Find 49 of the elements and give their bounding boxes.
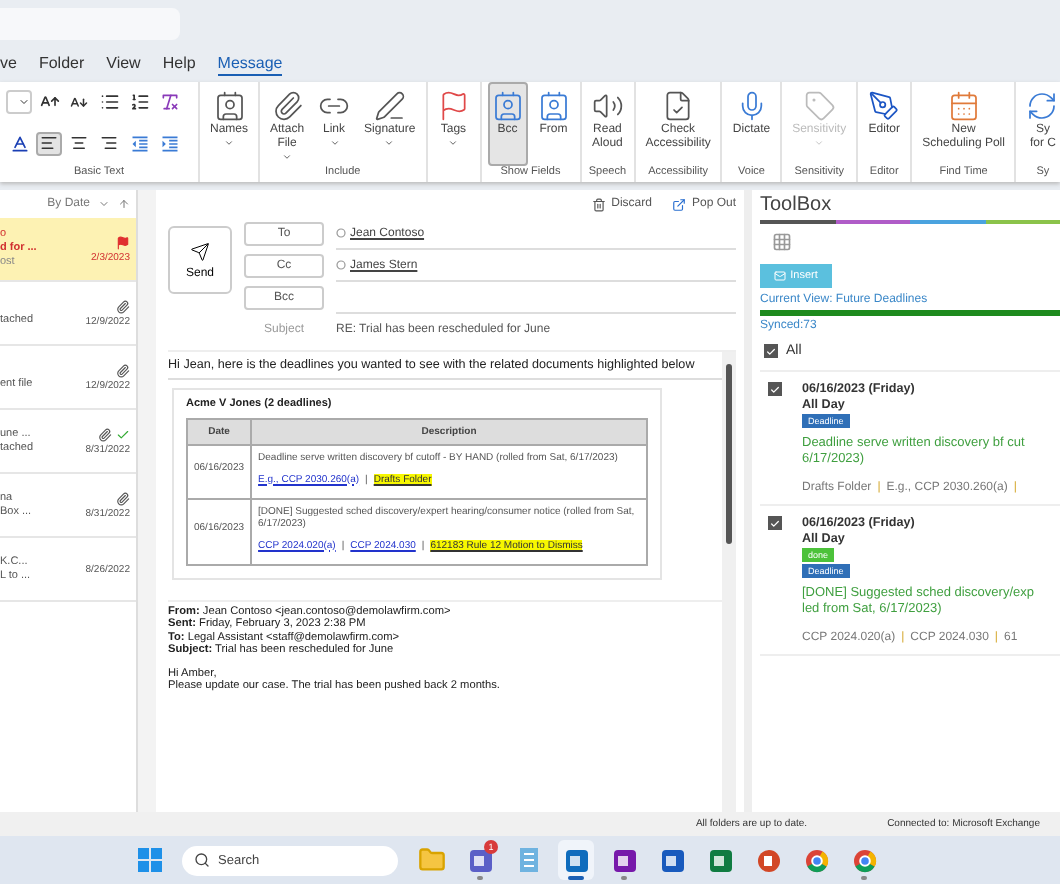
app-tile-icon — [563, 847, 589, 873]
align-icon[interactable] — [96, 131, 122, 155]
numbered-list-icon[interactable] — [126, 90, 152, 114]
flag-icon — [437, 90, 470, 122]
app-tile-icon — [611, 847, 637, 873]
scrollbar[interactable] — [722, 352, 736, 812]
align-icon[interactable] — [36, 131, 62, 155]
browser-icon — [851, 847, 877, 873]
app-circle-icon — [755, 847, 781, 873]
app-tile-icon — [467, 847, 493, 873]
taskbar-app[interactable] — [558, 840, 594, 880]
browser-icon — [803, 847, 829, 873]
person-card-icon — [537, 90, 570, 122]
caret-icon — [98, 198, 110, 210]
trash-icon — [591, 197, 606, 211]
sync-icon — [1026, 90, 1059, 122]
pane-title: ToolBox — [760, 194, 834, 216]
envelope-icon — [774, 270, 787, 282]
pen-icon — [373, 90, 406, 122]
paperclip-icon — [271, 90, 304, 122]
send-icon — [190, 241, 210, 261]
menu-tab[interactable]: Folder — [38, 53, 85, 75]
pop-out-icon — [671, 197, 686, 211]
checkbox[interactable] — [768, 382, 782, 396]
menu-tab[interactable]: Help — [162, 53, 196, 75]
app-tile-icon — [659, 847, 685, 873]
checkbox[interactable] — [764, 344, 778, 358]
document-check-icon — [662, 90, 695, 122]
menu-tab[interactable]: View — [106, 53, 141, 75]
caret-icon — [18, 96, 30, 108]
presence-icon — [336, 228, 346, 238]
calendar-icon — [947, 90, 980, 122]
presence-icon — [336, 260, 346, 270]
search-icon — [194, 852, 210, 868]
folder-icon — [418, 846, 446, 874]
flag-icon[interactable] — [116, 235, 130, 249]
person-card-icon — [491, 90, 524, 122]
align-icon[interactable] — [66, 131, 92, 155]
tag-icon — [803, 90, 836, 122]
speaker-icon — [591, 90, 624, 122]
app-tile-icon — [707, 847, 733, 873]
pen-icon — [868, 90, 901, 122]
notepad-icon — [517, 846, 539, 874]
grid-icon[interactable] — [772, 232, 792, 252]
start-icon[interactable] — [138, 848, 162, 872]
checkbox[interactable] — [768, 516, 782, 530]
menu-tab[interactable]: Message — [217, 53, 283, 75]
contact-card-icon — [213, 90, 245, 122]
menu-tab[interactable]: ve — [0, 53, 17, 75]
